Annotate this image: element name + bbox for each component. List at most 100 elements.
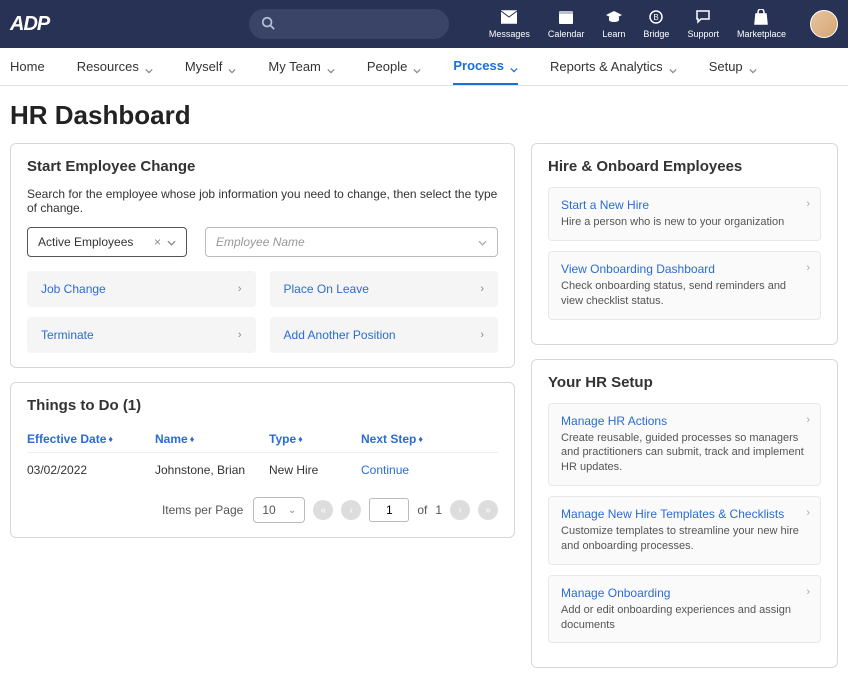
nav-process[interactable]: Process <box>453 48 518 85</box>
list-item-desc: Add or edit onboarding experiences and a… <box>561 603 808 633</box>
bag-icon <box>753 9 769 27</box>
nav-home[interactable]: Home <box>10 48 45 85</box>
sort-icon: ♦ <box>298 435 303 444</box>
chevron-down-icon: ⌄ <box>288 505 296 516</box>
page-input[interactable] <box>369 498 409 522</box>
topnav-label: Calendar <box>548 29 585 39</box>
nav-resources[interactable]: Resources <box>77 48 153 85</box>
topnav-bridge[interactable]: B Bridge <box>643 9 669 39</box>
nav-label: People <box>367 59 407 74</box>
topnav-messages[interactable]: Messages <box>489 9 530 39</box>
select-value: Active Employees <box>38 235 133 249</box>
action-label: Add Another Position <box>284 328 396 342</box>
next-page-button[interactable]: › <box>450 500 470 520</box>
cell-name: Johnstone, Brian <box>155 463 269 477</box>
list-item-desc: Customize templates to streamline your n… <box>561 524 808 554</box>
col-header-type[interactable]: Type♦ <box>269 432 361 446</box>
page-title: HR Dashboard <box>10 100 838 131</box>
pager-of-label: of <box>417 503 427 517</box>
action-place-on-leave[interactable]: Place On Leave› <box>270 271 499 307</box>
chevron-down-icon <box>749 63 757 71</box>
col-header-next[interactable]: Next Step♦ <box>361 432 498 446</box>
sort-icon: ♦ <box>418 435 423 444</box>
action-job-change[interactable]: Job Change › <box>27 271 256 307</box>
hire-start-new-hire[interactable]: › Start a New Hire Hire a person who is … <box>548 187 821 241</box>
prev-page-button[interactable]: ‹ <box>341 500 361 520</box>
chevron-right-icon: › <box>806 198 810 210</box>
chevron-down-icon <box>669 63 677 71</box>
pager-total: 1 <box>435 503 442 517</box>
col-header-effective[interactable]: Effective Date♦ <box>27 432 155 446</box>
nav-label: Resources <box>77 59 139 74</box>
hr-setup-card: Your HR Setup › Manage HR Actions Create… <box>531 359 838 669</box>
list-item-desc: Hire a person who is new to your organiz… <box>561 215 808 230</box>
cell-type: New Hire <box>269 463 361 477</box>
nav-people[interactable]: People <box>367 48 421 85</box>
topnav-calendar[interactable]: Calendar <box>548 9 585 39</box>
topnav-marketplace[interactable]: Marketplace <box>737 9 786 39</box>
clear-icon[interactable]: × <box>154 235 167 249</box>
nav-reports[interactable]: Reports & Analytics <box>550 48 677 85</box>
search-input[interactable] <box>249 9 449 39</box>
list-item-desc: Check onboarding status, send reminders … <box>561 279 808 309</box>
sort-icon: ♦ <box>190 435 195 444</box>
th-label: Effective Date <box>27 432 106 446</box>
chat-icon <box>695 9 711 27</box>
graduation-icon <box>606 9 622 27</box>
nav-myself[interactable]: Myself <box>185 48 237 85</box>
sort-icon: ♦ <box>108 435 113 444</box>
employee-name-select[interactable]: Employee Name <box>205 227 498 257</box>
action-add-position[interactable]: Add Another Position › <box>270 317 499 353</box>
search-icon <box>261 16 275 33</box>
last-page-button[interactable]: » <box>478 500 498 520</box>
nav-setup[interactable]: Setup <box>709 48 757 85</box>
chevron-down-icon <box>413 63 421 71</box>
chevron-down-icon <box>167 235 176 249</box>
hire-onboard-card: Hire & Onboard Employees › Start a New H… <box>531 143 838 345</box>
main-nav: Home Resources Myself My Team People Pro… <box>0 48 848 86</box>
card-title: Start Employee Change <box>27 158 498 175</box>
setup-manage-onboarding[interactable]: › Manage Onboarding Add or edit onboardi… <box>548 575 821 644</box>
topnav-label: Learn <box>602 29 625 39</box>
topnav-support[interactable]: Support <box>687 9 719 39</box>
chevron-down-icon <box>228 63 236 71</box>
action-label: Terminate <box>41 328 94 342</box>
chevron-down-icon <box>478 235 487 249</box>
card-title: Your HR Setup <box>548 374 821 391</box>
bridge-icon: B <box>648 9 664 27</box>
select-value: 10 <box>262 503 275 517</box>
card-title: Hire & Onboard Employees <box>548 158 821 175</box>
th-label: Next Step <box>361 432 416 446</box>
chevron-right-icon: › <box>238 283 242 295</box>
action-grid: Job Change› Place On Leave› Terminate› A… <box>27 271 498 353</box>
pager: Items per Page 10 ⌄ « ‹ of 1 › » <box>27 497 498 523</box>
chevron-right-icon: › <box>806 507 810 519</box>
table-row: 03/02/2022 Johnstone, Brian New Hire Con… <box>27 453 498 487</box>
topnav-label: Bridge <box>643 29 669 39</box>
chevron-right-icon: › <box>480 329 484 341</box>
nav-myteam[interactable]: My Team <box>268 48 335 85</box>
items-per-page-label: Items per Page <box>162 503 243 517</box>
avatar[interactable] <box>810 10 838 38</box>
action-label: Job Change <box>41 282 106 296</box>
employee-filter-select[interactable]: Active Employees × <box>27 227 187 257</box>
continue-link[interactable]: Continue <box>361 463 409 477</box>
brand-logo: ADP <box>10 13 49 36</box>
action-terminate[interactable]: Terminate› <box>27 317 256 353</box>
hire-view-onboarding-dashboard[interactable]: › View Onboarding Dashboard Check onboar… <box>548 251 821 320</box>
col-header-name[interactable]: Name♦ <box>155 432 269 446</box>
list-item-title: Manage New Hire Templates & Checklists <box>561 507 808 521</box>
nav-label: Home <box>10 59 45 74</box>
list-item-title: Start a New Hire <box>561 198 808 212</box>
items-per-page-select[interactable]: 10 ⌄ <box>253 497 305 523</box>
nav-label: Reports & Analytics <box>550 59 663 74</box>
chevron-right-icon: › <box>806 586 810 598</box>
topnav-learn[interactable]: Learn <box>602 9 625 39</box>
things-to-do-card: Things to Do (1) Effective Date♦ Name♦ T… <box>10 382 515 538</box>
setup-manage-hr-actions[interactable]: › Manage HR Actions Create reusable, gui… <box>548 403 821 487</box>
chevron-down-icon <box>145 63 153 71</box>
chevron-right-icon: › <box>806 262 810 274</box>
nav-label: Process <box>453 58 504 73</box>
first-page-button[interactable]: « <box>313 500 333 520</box>
setup-manage-templates[interactable]: › Manage New Hire Templates & Checklists… <box>548 496 821 565</box>
